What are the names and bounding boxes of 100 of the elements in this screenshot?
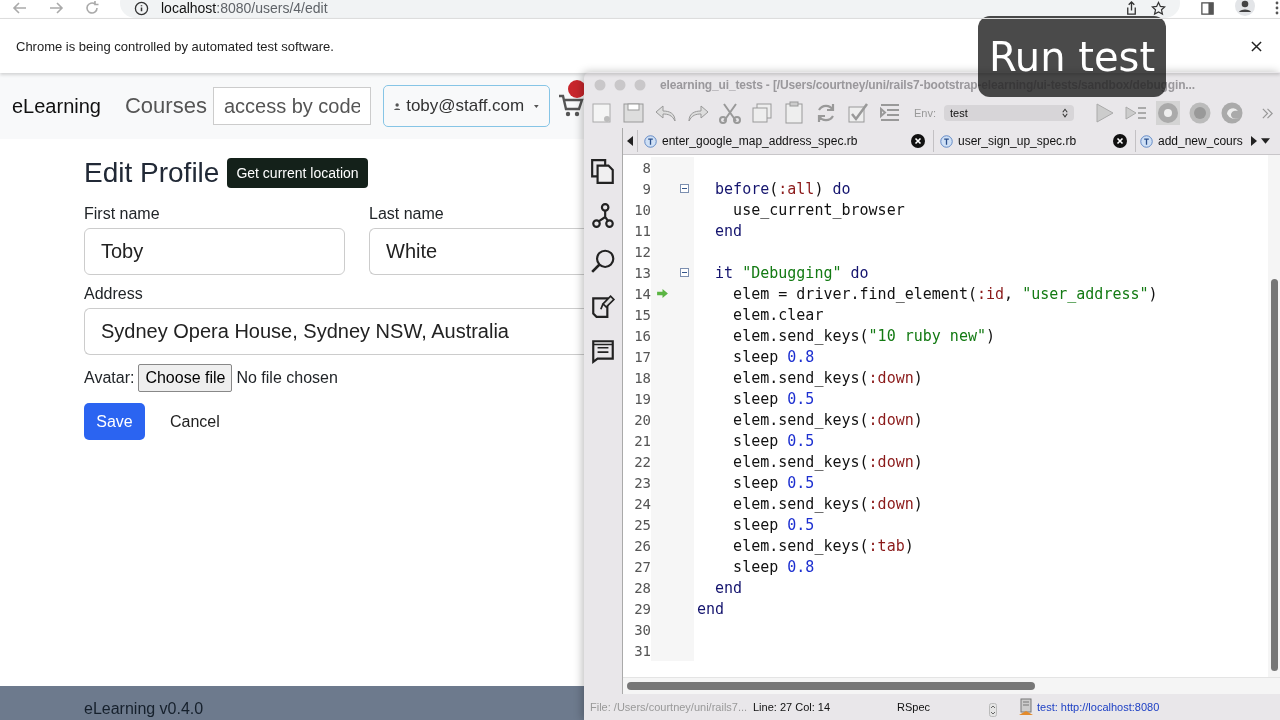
line-number: 30 bbox=[633, 621, 651, 638]
ruby-file-icon bbox=[644, 134, 657, 148]
back-icon[interactable] bbox=[12, 0, 28, 16]
scrollbar-thumb[interactable] bbox=[1271, 279, 1278, 671]
scissors-icon[interactable] bbox=[718, 101, 742, 125]
cursor-position: Line: 27 Col: 14 bbox=[753, 701, 832, 713]
line-number: 10 bbox=[633, 201, 651, 218]
tab-list-icon[interactable] bbox=[1261, 138, 1270, 144]
sidebar-icon[interactable] bbox=[1200, 1, 1215, 16]
text-field[interactable]: Toby bbox=[84, 228, 345, 275]
code-line: end bbox=[696, 599, 725, 618]
address-bar[interactable]: localhost:8080/users/4/edit bbox=[120, 0, 1180, 18]
code-line: sleep 0.5 bbox=[732, 515, 815, 534]
browser-icon[interactable] bbox=[1220, 101, 1244, 125]
field-label: Address bbox=[84, 285, 144, 303]
current-line-arrow-icon bbox=[656, 289, 668, 298]
text-field[interactable]: White bbox=[369, 228, 584, 275]
file-status: No file chosen bbox=[236, 369, 338, 387]
clipboard-icon[interactable] bbox=[782, 101, 806, 125]
cart-icon[interactable] bbox=[557, 94, 584, 118]
line-number: 14 bbox=[633, 285, 651, 302]
env-label: Env: bbox=[914, 107, 936, 119]
scrollbar-thumb[interactable] bbox=[627, 682, 1035, 690]
line-number: 17 bbox=[633, 348, 651, 365]
line-number: 23 bbox=[633, 474, 651, 491]
field-label: First name bbox=[84, 205, 161, 223]
overflow-icon[interactable] bbox=[1261, 106, 1274, 120]
graph-icon[interactable] bbox=[590, 203, 616, 229]
code-line: sleep 0.5 bbox=[732, 473, 815, 492]
stepper-icon[interactable] bbox=[989, 703, 997, 717]
save-button[interactable]: Save bbox=[84, 403, 145, 440]
close-icon[interactable] bbox=[1251, 40, 1262, 52]
server-icon bbox=[1019, 698, 1033, 716]
menu-icon[interactable] bbox=[1275, 0, 1279, 16]
code-line: elem.send_keys(:down) bbox=[732, 410, 923, 429]
code-line: elem.send_keys(:down) bbox=[732, 452, 923, 471]
line-number: 24 bbox=[633, 495, 651, 512]
star-icon[interactable] bbox=[1151, 1, 1166, 16]
code-line: elem.clear bbox=[732, 305, 824, 324]
line-number: 18 bbox=[633, 369, 651, 386]
fold-icon[interactable] bbox=[680, 184, 689, 193]
env-select[interactable]: test bbox=[944, 105, 1074, 121]
line-number: 9 bbox=[641, 180, 651, 197]
line-number: 29 bbox=[633, 600, 651, 617]
line-number: 31 bbox=[633, 642, 651, 659]
avatar-label: Avatar: bbox=[84, 369, 135, 387]
line-number: 26 bbox=[633, 537, 651, 554]
version-text: eLearning v0.4.0 bbox=[84, 700, 204, 718]
browser-icon[interactable] bbox=[1156, 101, 1180, 125]
window-controls-icon[interactable] bbox=[594, 79, 646, 91]
reload-icon[interactable] bbox=[84, 0, 100, 16]
search-icon[interactable] bbox=[590, 248, 616, 274]
forward-icon[interactable] bbox=[48, 0, 64, 16]
close-icon[interactable] bbox=[1113, 134, 1127, 148]
line-number: 13 bbox=[633, 264, 651, 281]
code-line: elem = driver.find_element(:id, "user_address") bbox=[732, 284, 1158, 303]
document-icon[interactable] bbox=[590, 338, 616, 364]
code-line: sleep 0.5 bbox=[732, 431, 815, 450]
brand-link[interactable]: eLearning bbox=[12, 94, 101, 118]
share-icon[interactable] bbox=[1124, 1, 1139, 16]
line-number: 28 bbox=[633, 579, 651, 596]
scroll-right-icon[interactable] bbox=[1251, 136, 1257, 146]
fold-icon[interactable] bbox=[680, 268, 689, 277]
line-number: 8 bbox=[641, 159, 651, 176]
save-icon[interactable] bbox=[622, 101, 646, 125]
cancel-button[interactable]: Cancel bbox=[155, 403, 235, 440]
server-link[interactable]: test: http://localhost:8080 bbox=[1037, 701, 1160, 713]
address-field[interactable]: Sydney Opera House, Sydney NSW, Australia bbox=[84, 308, 584, 355]
choose-file-button[interactable]: Choose file bbox=[138, 364, 233, 392]
caret-icon bbox=[534, 103, 539, 109]
info-icon bbox=[134, 1, 149, 16]
caption-text: Run test bbox=[988, 33, 1156, 80]
files-icon[interactable] bbox=[590, 158, 616, 184]
code-line: before(:all) do bbox=[714, 179, 851, 198]
checklist-icon[interactable] bbox=[846, 101, 870, 125]
stepper-icon bbox=[1062, 108, 1068, 118]
automation-notice: Chrome is being controlled by automated test software. bbox=[16, 38, 335, 54]
new-file-icon[interactable] bbox=[590, 101, 614, 125]
location-button[interactable]: Get current location bbox=[227, 158, 368, 188]
code-line: elem.send_keys(:down) bbox=[732, 368, 923, 387]
ruby-file-icon bbox=[1140, 134, 1153, 148]
line-number: 22 bbox=[633, 453, 651, 470]
close-icon[interactable] bbox=[911, 134, 925, 148]
code-line: sleep 0.5 bbox=[732, 389, 815, 408]
user-menu-button[interactable]: toby@staff.com bbox=[382, 85, 550, 127]
access-code-field[interactable]: access by code bbox=[212, 87, 371, 125]
pinned-note-icon[interactable] bbox=[590, 293, 616, 319]
code-line: elem.send_keys(:tab) bbox=[732, 536, 914, 555]
line-number: 20 bbox=[633, 411, 651, 428]
line-number: 11 bbox=[633, 222, 651, 239]
mode-label: RSpec bbox=[897, 701, 932, 713]
browser-icon[interactable] bbox=[1188, 101, 1212, 125]
ruby-file-icon bbox=[940, 134, 953, 148]
line-number: 27 bbox=[633, 558, 651, 575]
profile-icon[interactable] bbox=[1235, 0, 1255, 16]
code-line: end bbox=[714, 221, 743, 240]
line-number: 12 bbox=[633, 243, 651, 260]
copy-icon[interactable] bbox=[750, 101, 774, 125]
courses-link[interactable]: Courses bbox=[124, 93, 207, 119]
scroll-left-icon[interactable] bbox=[627, 136, 633, 146]
